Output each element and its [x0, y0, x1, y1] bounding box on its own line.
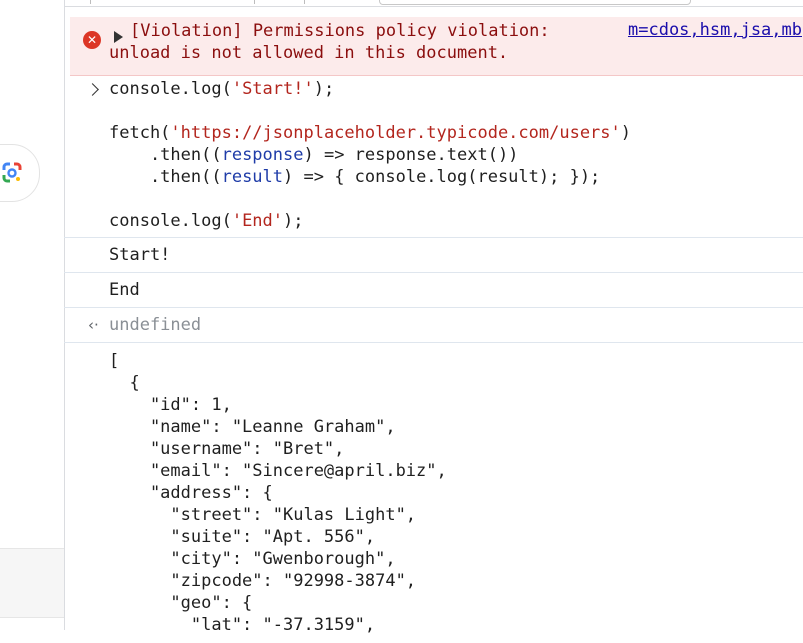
- console-input-entry: console.log('Start!'); fetch('https://js…: [64, 76, 803, 238]
- console-log-json: [ { "id": 1, "name": "Leanne Graham", "u…: [64, 343, 803, 643]
- error-circle-icon: ✕: [83, 31, 101, 49]
- json-line: "suite": "Apt. 556",: [109, 527, 376, 547]
- violation-source-link[interactable]: m=cdos,hsm,jsa,mb: [628, 20, 802, 40]
- code-line: console.log('Start!');: [109, 79, 335, 99]
- code-line: fetch('https://jsonplaceholder.typicode.…: [109, 123, 632, 143]
- json-line: "zipcode": "92998-3874",: [109, 571, 417, 591]
- json-line: [: [109, 351, 120, 371]
- return-arrow-icon: ‹·: [88, 316, 99, 334]
- json-line: "email": "Sincere@april.biz",: [109, 461, 447, 481]
- console-return-value: ‹· undefined: [64, 308, 803, 343]
- violation-text-line2: unload is not allowed in this document.: [109, 43, 509, 63]
- filter-input-box[interactable]: [379, 0, 691, 5]
- toolbar-divider: [304, 0, 305, 4]
- code-line: console.log('End');: [109, 211, 304, 231]
- page-left-strip: [0, 0, 65, 630]
- json-line: "lat": "-37.3159",: [109, 615, 376, 635]
- google-lens-icon: [2, 162, 22, 183]
- json-line: "street": "Kulas Light",: [109, 505, 417, 525]
- json-line: "username": "Bret",: [109, 439, 345, 459]
- code-line: .then((response) => response.text()): [109, 145, 519, 165]
- console-log-start: Start!: [64, 238, 803, 273]
- devtools-top-bar: [64, 0, 803, 7]
- json-line: "geo": {: [109, 593, 253, 613]
- json-line: "city": "Gwenborough",: [109, 549, 396, 569]
- log-text: End: [109, 280, 140, 300]
- violation-message: ✕ [Violation] Permissions policy violati…: [70, 17, 803, 76]
- json-line: "name": "Leanne Graham",: [109, 417, 396, 437]
- json-line: {: [109, 373, 140, 393]
- json-line: "address": {: [109, 483, 273, 503]
- console-log-end: End: [64, 273, 803, 308]
- log-text: Start!: [109, 245, 171, 265]
- toolbar-divider: [90, 0, 91, 4]
- json-line: "id": 1,: [109, 395, 232, 415]
- console-panel: ✕ [Violation] Permissions policy violati…: [64, 8, 803, 635]
- toolbar-divider: [254, 0, 255, 4]
- code-line: .then((result) => { console.log(result);…: [109, 167, 601, 187]
- google-lens-button[interactable]: [0, 144, 40, 202]
- left-bottom-panel: [0, 548, 64, 618]
- violation-text-line1: [Violation] Permissions policy violation…: [130, 21, 550, 41]
- chevron-right-icon: [86, 83, 99, 96]
- return-text: undefined: [109, 315, 202, 335]
